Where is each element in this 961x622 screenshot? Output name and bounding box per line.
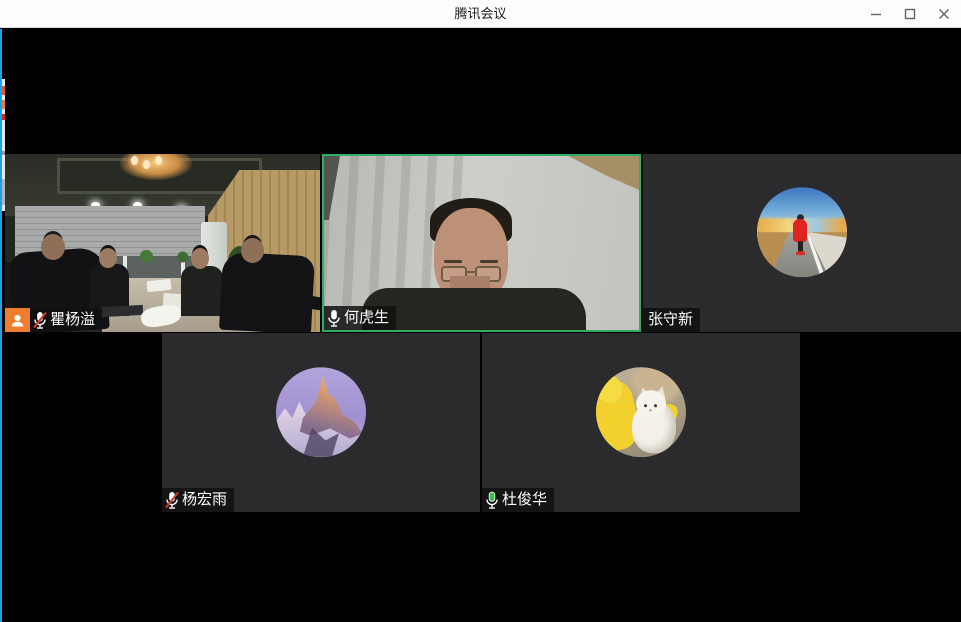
participant-name: 何虎生 (344, 306, 389, 330)
nameplate: 瞿杨溢 (30, 308, 102, 332)
nameplate: 何虎生 (324, 306, 396, 330)
host-person-badge (5, 308, 30, 332)
microphone-muted-icon (165, 491, 179, 510)
avatar-snowy-mountain (276, 367, 366, 457)
nameplate: 杜俊华 (482, 488, 554, 512)
participant-name: 瞿杨溢 (50, 308, 95, 332)
participant-name: 杜俊华 (502, 488, 547, 512)
person-icon (10, 313, 25, 328)
person-silhouette (219, 252, 315, 332)
video-tile-yanghongyu[interactable]: 杨宏雨 (162, 333, 480, 512)
maximize-icon (904, 8, 916, 20)
titlebar[interactable]: 腾讯会议 (0, 0, 961, 28)
participant-name: 张守新 (648, 308, 693, 332)
participant-name: 杨宏雨 (182, 488, 227, 512)
avatar-cat-in-banana (596, 367, 686, 457)
minimize-icon (870, 8, 882, 20)
sliver-fragment (2, 114, 5, 120)
video-tile-zhangshouxin[interactable]: 张守新 (643, 154, 961, 332)
microphone-muted-icon (33, 311, 47, 330)
window-controls (859, 0, 961, 28)
conference-room-video (5, 154, 320, 332)
video-tile-hehusheng[interactable]: 何虎生 (322, 154, 641, 332)
sliver-fragment (2, 86, 5, 95)
window-title: 腾讯会议 (0, 0, 961, 28)
video-tile-dujunhua[interactable]: 杜俊华 (482, 333, 800, 512)
video-grid-stage: 瞿杨溢 (0, 29, 961, 622)
sliver-fragment (2, 100, 5, 109)
nameplate: 杨宏雨 (162, 488, 234, 512)
close-icon (938, 8, 950, 20)
webcam-video (324, 156, 639, 330)
close-button[interactable] (927, 0, 961, 28)
video-tile-quyangyi[interactable]: 瞿杨溢 (5, 154, 320, 332)
minimize-button[interactable] (859, 0, 893, 28)
microphone-active-green-icon (485, 491, 499, 510)
nameplate: 张守新 (643, 308, 700, 332)
maximize-button[interactable] (893, 0, 927, 28)
meeting-window: 腾讯会议 (0, 0, 961, 622)
person-silhouette (181, 266, 223, 316)
microphone-on-icon (327, 309, 341, 328)
avatar-person-in-red-coat (757, 187, 847, 277)
